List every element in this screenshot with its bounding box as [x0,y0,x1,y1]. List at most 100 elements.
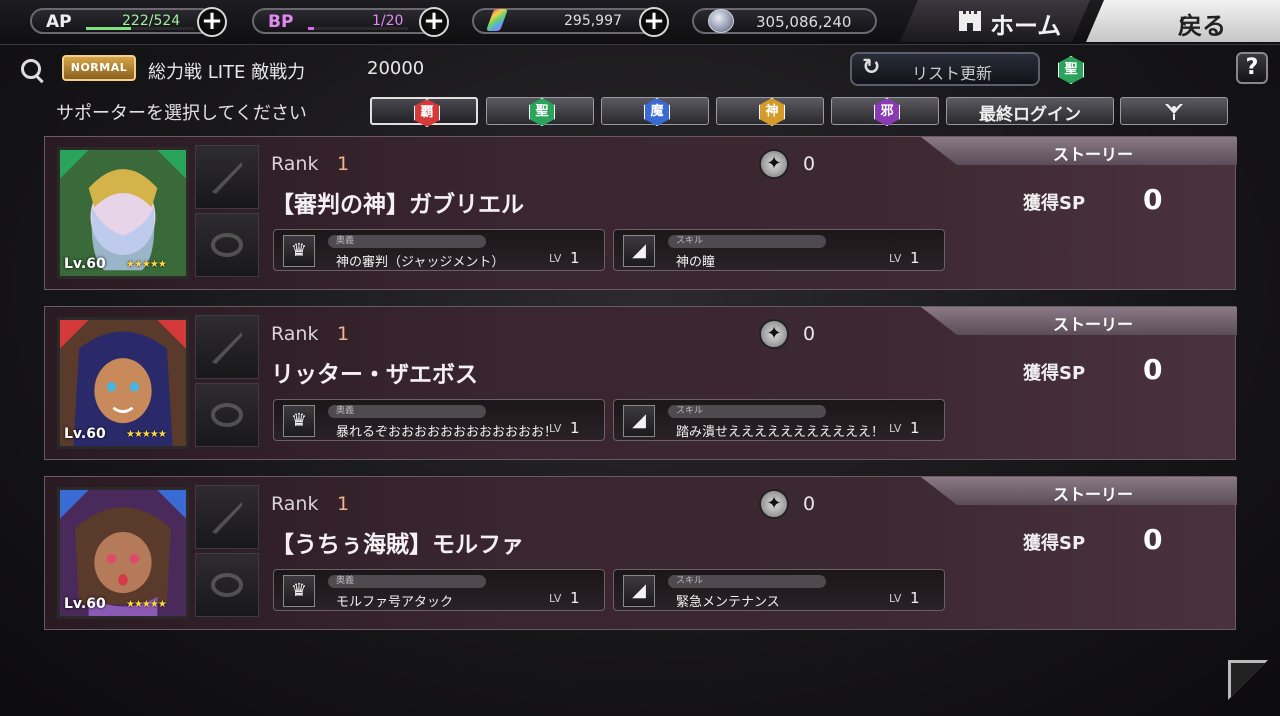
skill-name: 緊急メンテナンス [676,595,780,610]
story-tab: ストーリー [921,307,1237,335]
filter-attr-sei[interactable]: 聖 [486,97,594,126]
supporter-card[interactable]: Lv.60 ★★★★★ Rank 1 ✦ 0 【うちぅ海賊】モルファ ♛ 奥義 … [44,476,1237,630]
rank-label: Rank [271,493,319,515]
story-tab: ストーリー [921,477,1237,505]
supporter-card[interactable]: Lv.60 ★★★★★ Rank 1 ✦ 0 【審判の神】ガブリエル ♛ 奥義 … [44,136,1237,290]
skill-tag: スキル [668,235,826,248]
story-label: ストーリー [1053,315,1134,334]
ougi-tag: 奥義 [328,235,486,248]
back-button[interactable]: ‹ 戻る [1086,0,1280,42]
gem-meter: 295,997 + [472,6,677,37]
skill-tag: スキル [668,575,826,588]
filter-attr-ma[interactable]: 魔 [601,97,709,126]
weapon-slot [195,315,259,379]
shuriken-count: 0 [803,153,816,175]
shuriken-icon: ✦ [759,149,789,179]
sort-label: 最終ログイン [979,105,1081,125]
ougi-box: ♛ 奥義 神の審判（ジャッジメント） LV 1 [273,229,605,271]
character-portrait: Lv.60 ★★★★★ [57,487,189,619]
rarity-stars: ★★★★★ [126,259,167,270]
filter-attr-kami[interactable]: 神 [716,97,824,126]
rank-label: Rank [271,323,319,345]
home-button[interactable]: ホーム [900,0,1090,42]
sort-toggle-icon [1165,104,1183,120]
character-portrait: Lv.60 ★★★★★ [57,147,189,279]
story-label: ストーリー [1053,145,1134,164]
ougi-lv-label: LV [549,422,562,435]
level-label: Lv.60 [64,256,106,272]
skill-lv-label: LV [889,592,902,605]
ring-icon [211,403,243,427]
skill-level: 1 [910,589,920,607]
select-supporter-prompt: サポーターを選択してください [56,103,307,124]
ja-attribute-icon: 邪 [874,98,900,126]
ap-label: AP [46,12,72,32]
story-label: ストーリー [1053,485,1134,504]
claw-icon: ◢ [623,405,655,437]
crown-icon: ♛ [283,235,315,267]
character-portrait: Lv.60 ★★★★★ [57,317,189,449]
coin-meter: 305,086,240 [692,6,882,36]
filter-attr-ja[interactable]: 邪 [831,97,939,126]
claw-icon: ◢ [623,235,655,267]
supporter-card[interactable]: Lv.60 ★★★★★ Rank 1 ✦ 0 リッター・ザエボス ♛ 奥義 暴れ… [44,306,1237,460]
shuriken-icon: ✦ [759,489,789,519]
accessory-slot [195,383,259,447]
sort-last-login-button[interactable]: 最終ログイン [946,97,1114,125]
bp-label: BP [268,12,294,32]
shuriken-count: 0 [803,323,816,345]
ring-icon [211,233,243,257]
ha-attribute-icon: 覇 [414,99,440,127]
coin-value: 305,086,240 [756,13,852,31]
ap-add-button[interactable]: + [197,7,227,37]
coin-icon [708,9,734,33]
kami-attribute-icon: 神 [759,98,785,126]
skill-level: 1 [910,249,920,267]
home-label: ホーム [990,12,1062,40]
ma-attribute-icon: 魔 [644,98,670,126]
skill-tag: スキル [668,405,826,418]
skill-box: ◢ スキル 踏み潰せえええええええええええ！ LV 1 [613,399,945,441]
ougi-level: 1 [570,249,580,267]
ougi-level: 1 [570,589,580,607]
ougi-level: 1 [570,419,580,437]
accessory-slot [195,213,259,277]
bp-add-button[interactable]: + [419,7,449,37]
help-button[interactable]: ? [1236,52,1268,84]
ougi-tag: 奥義 [328,405,486,418]
sei-attribute-icon: 聖 [529,98,555,126]
filter-attr-ha[interactable]: 覇 [370,97,478,127]
gem-add-button[interactable]: + [639,7,669,37]
skill-lv-label: LV [889,422,902,435]
rarity-stars: ★★★★★ [126,599,167,610]
story-tab: ストーリー [921,137,1237,165]
sword-icon [212,332,242,364]
enemy-power: 20000 [367,58,425,79]
menu-corner-button[interactable] [1228,660,1268,700]
search-icon[interactable] [21,59,41,79]
skill-name: 神の瞳 [676,255,716,270]
ap-fill-bar [86,27,131,30]
rank-value: 1 [337,493,350,515]
rank-value: 1 [337,153,350,175]
sp-value: 0 [1143,183,1163,216]
ougi-box: ♛ 奥義 モルファ号アタック LV 1 [273,569,605,611]
sp-label: 獲得SP [1023,533,1086,554]
resource-bar: AP 222/524 + BP 1/20 + 295,997 + 305,086… [0,0,1280,45]
ougi-lv-label: LV [549,592,562,605]
refresh-list-button[interactable]: ↻ リスト更新 [850,52,1040,86]
character-name: リッター・ザエボス [271,362,478,388]
ougi-lv-label: LV [549,252,562,265]
bp-meter: BP 1/20 + [252,6,457,37]
sort-order-button[interactable] [1120,97,1228,125]
ring-icon [211,573,243,597]
sword-icon [212,502,242,534]
battle-header: NORMAL 総力戦 LITE 敵戦力 20000 ↻ リスト更新 聖 ? [0,44,1280,94]
difficulty-badge: NORMAL [62,55,136,81]
claw-icon: ◢ [623,575,655,607]
ougi-name: 暴れるぞおおおおおおおおおおおお！ [336,425,558,440]
ougi-tag: 奥義 [328,575,486,588]
bp-fill-bar [308,27,314,30]
crown-icon: ♛ [283,575,315,607]
weapon-slot [195,145,259,209]
